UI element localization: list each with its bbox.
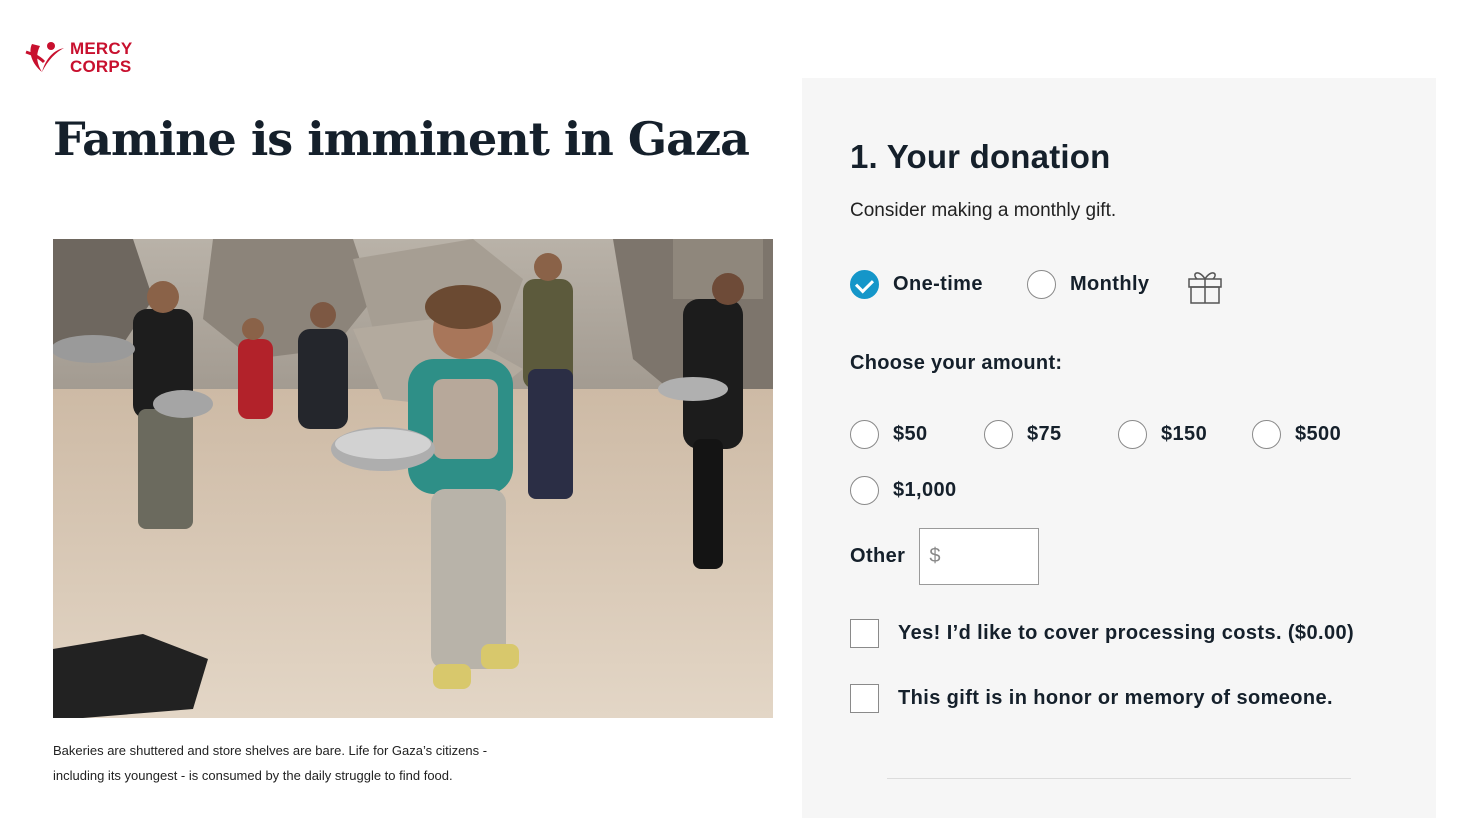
brand-name-line1: MERCY	[70, 39, 133, 58]
amount-option-150[interactable]: $150	[1118, 420, 1207, 449]
honor-gift-option[interactable]: This gift is in honor or memory of someo…	[850, 684, 1333, 713]
donation-subtitle: Consider making a monthly gift.	[850, 200, 1117, 221]
page-headline: Famine is imminent in Gaza	[53, 112, 750, 166]
photo-caption: Bakeries are shuttered and store shelves…	[53, 743, 488, 783]
cover-costs-option[interactable]: Yes! I’d like to cover processing costs.…	[850, 619, 1354, 648]
amount-50-radio[interactable]	[850, 420, 879, 449]
amount-option-50[interactable]: $50	[850, 420, 928, 449]
amount-1000-radio[interactable]	[850, 476, 879, 505]
amount-150-radio[interactable]	[1118, 420, 1147, 449]
monthly-label: Monthly	[1070, 273, 1150, 295]
other-amount-label: Other	[850, 545, 906, 567]
hero-photo	[53, 239, 773, 718]
frequency-option-monthly[interactable]: Monthly	[1027, 270, 1149, 299]
cover-costs-label: Yes! I’d like to cover processing costs.…	[898, 622, 1355, 644]
amount-option-75[interactable]: $75	[984, 420, 1062, 449]
photo-children-holding-pots-icon	[53, 239, 773, 718]
brand-name-line2: CORPS	[70, 57, 132, 76]
monthly-radio[interactable]	[1027, 270, 1056, 299]
amount-150-label: $150	[1161, 423, 1208, 445]
amount-heading: Choose your amount:	[850, 352, 1063, 374]
amount-1000-label: $1,000	[893, 479, 957, 501]
mercy-corps-logo[interactable]: MERCY CORPS	[24, 38, 132, 78]
mercy-corps-logo-mark-icon	[25, 42, 64, 72]
section-divider	[887, 778, 1351, 779]
honor-gift-label: This gift is in honor or memory of someo…	[898, 687, 1334, 709]
amount-75-label: $75	[1027, 423, 1062, 445]
donation-panel: 1. Your donation Consider making a month…	[802, 78, 1436, 818]
amount-option-500[interactable]: $500	[1252, 420, 1341, 449]
one-time-label: One-time	[893, 273, 983, 295]
other-amount-input[interactable]: $	[919, 528, 1040, 585]
amount-option-1000[interactable]: $1,000	[850, 476, 957, 505]
mercy-corps-wordmark: MERCY CORPS	[70, 40, 132, 76]
amount-50-label: $50	[893, 423, 928, 445]
donation-step-title: 1. Your donation	[850, 138, 1111, 175]
frequency-option-one-time[interactable]: One-time	[850, 270, 983, 299]
gift-icon	[1188, 272, 1222, 304]
amount-75-radio[interactable]	[984, 420, 1013, 449]
amount-500-radio[interactable]	[1252, 420, 1281, 449]
one-time-radio[interactable]	[850, 270, 879, 299]
honor-gift-checkbox[interactable]	[850, 684, 879, 713]
amount-500-label: $500	[1295, 423, 1342, 445]
cover-costs-checkbox[interactable]	[850, 619, 879, 648]
other-amount-row: Other $	[850, 528, 1040, 585]
